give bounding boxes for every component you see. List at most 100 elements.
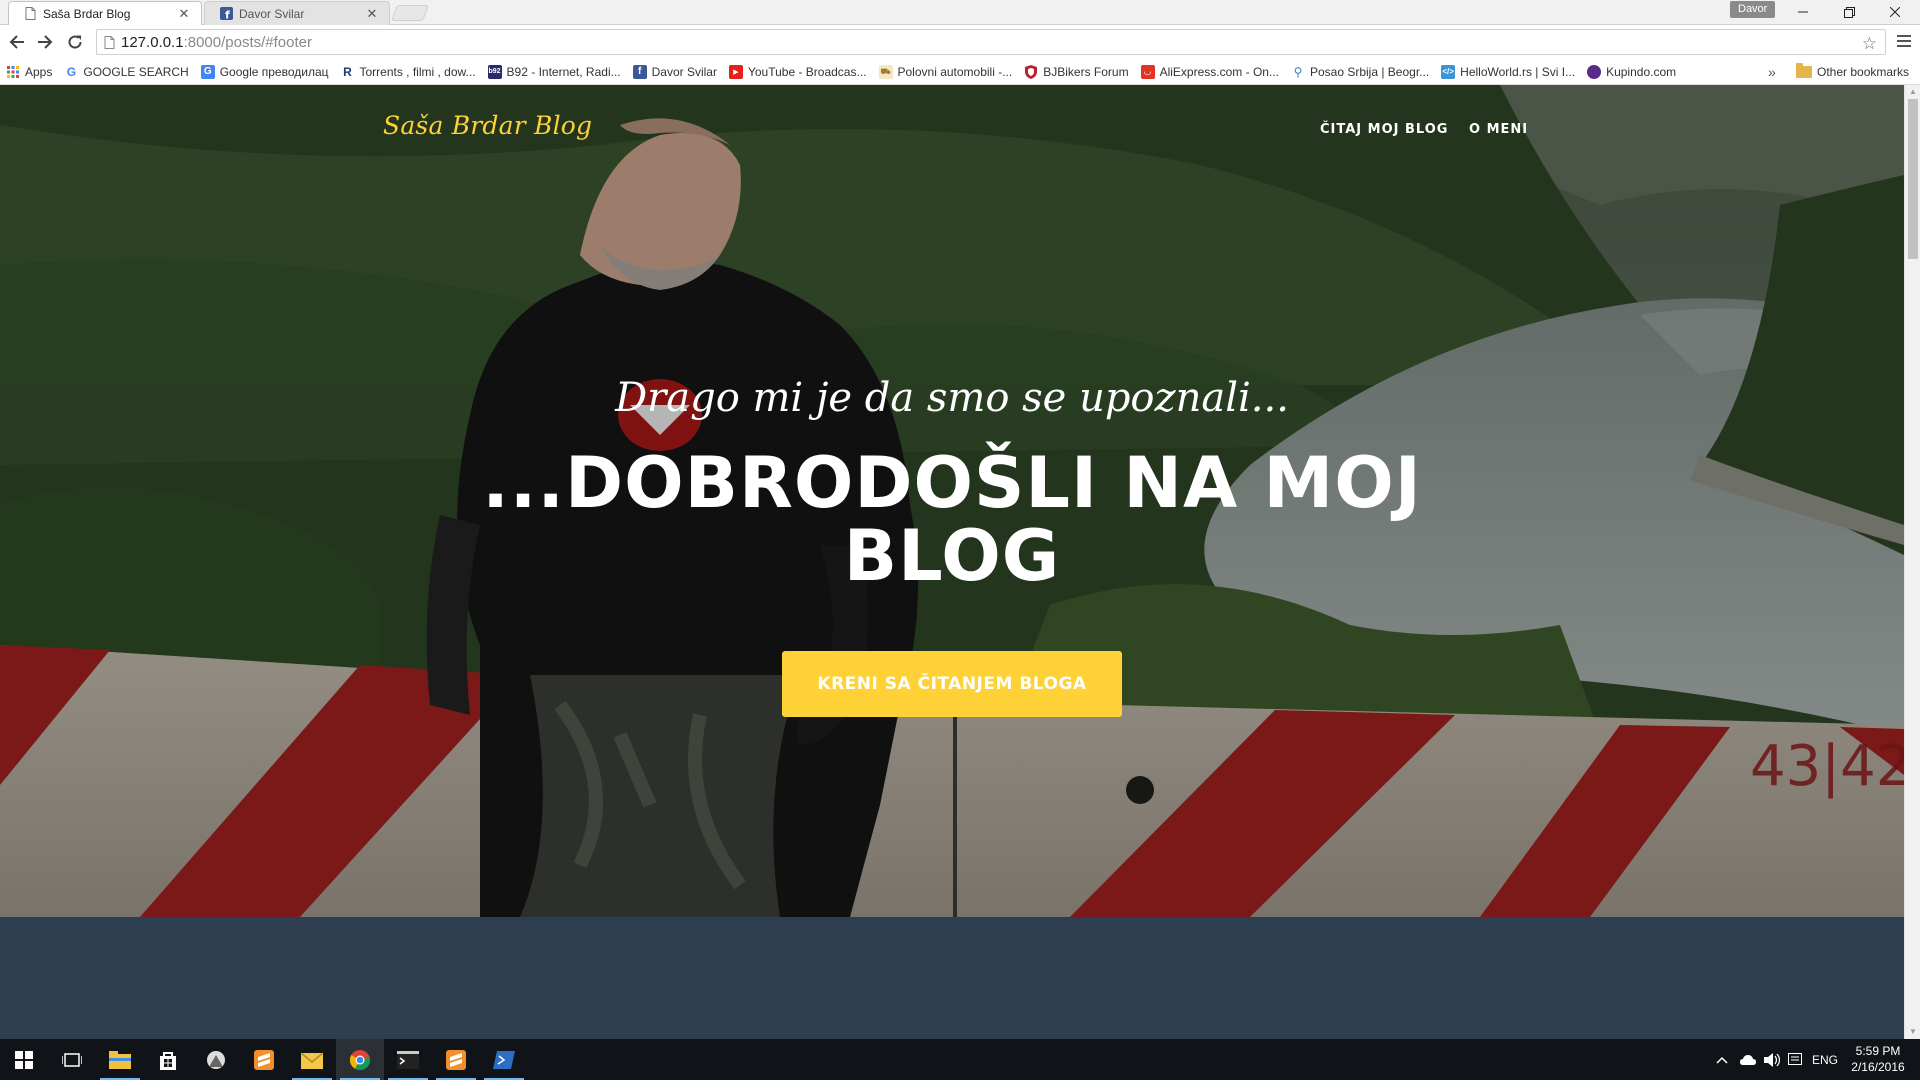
new-tab-button[interactable] — [391, 5, 429, 21]
bookmark-davor-svilar[interactable]: f Davor Svilar — [627, 61, 723, 83]
apps-grid-icon — [6, 65, 20, 79]
tab-title: Davor Svilar — [239, 6, 305, 21]
site-brand-logo[interactable]: Saša Brdar Blog — [383, 111, 592, 140]
start-reading-button[interactable]: KRENI SA ČITANJEM BLOGA — [782, 651, 1122, 717]
back-arrow-icon[interactable] — [4, 29, 30, 55]
bookmark-google-translate[interactable]: G Google преводилац — [195, 61, 335, 83]
url-host: 127.0.0.1 — [121, 33, 184, 51]
url-path: :8000/posts/#footer — [183, 33, 312, 51]
youtube-icon: ▶ — [728, 64, 743, 79]
google-translate-icon: G — [200, 64, 215, 79]
scroll-thumb[interactable] — [1908, 99, 1918, 259]
hero-heading: ...DOBRODOŠLI NA MOJ BLOG — [482, 442, 1422, 597]
profile-badge[interactable]: Davor — [1730, 1, 1776, 18]
b92-icon: b92 — [487, 64, 502, 79]
bookmark-label: BJBikers Forum — [1043, 64, 1129, 79]
bookmark-kupindo[interactable]: Kupindo.com — [1581, 61, 1682, 83]
address-bar[interactable]: 127.0.0.1:8000/posts/#footer ☆ — [96, 29, 1886, 55]
chrome-menu-icon[interactable] — [1893, 29, 1915, 53]
car-icon: ⛟ — [878, 64, 893, 79]
page-icon — [23, 7, 37, 21]
bookmark-google-search[interactable]: G GOOGLE SEARCH — [58, 61, 194, 83]
clock-time: 5:59 PM — [1855, 1044, 1901, 1058]
page-viewport: 43|42 Saša Brdar Blog ČITAJ MOJ BLOG O M… — [0, 85, 1904, 1039]
bookmark-label: Posao Srbija | Beogr... — [1309, 64, 1430, 79]
volume-icon[interactable] — [1764, 1039, 1780, 1080]
bookmark-label: Davor Svilar — [651, 64, 717, 79]
bookmark-label: AliExpress.com - On... — [1159, 64, 1279, 79]
helloworld-icon: </> — [1441, 64, 1456, 79]
start-icon[interactable] — [0, 1039, 48, 1080]
tab-davor-svilar[interactable]: f Davor Svilar ✕ — [204, 1, 390, 25]
windows-taskbar: ENG 5:59 PM 2/16/2016 — [0, 1039, 1920, 1080]
clock-date: 2/16/2016 — [1851, 1060, 1905, 1074]
bookmark-label: HelloWorld.rs | Svi I... — [1460, 64, 1576, 79]
close-icon[interactable]: ✕ — [177, 6, 191, 22]
bookmark-label: B92 - Internet, Radi... — [506, 64, 621, 79]
more-bookmarks-chevron-icon[interactable]: » — [1768, 59, 1776, 85]
file-explorer-icon[interactable] — [96, 1039, 144, 1080]
bookmark-youtube[interactable]: ▶ YouTube - Broadcas... — [723, 61, 873, 83]
dark-section — [0, 917, 1904, 1039]
bookmark-helloworld[interactable]: </> HelloWorld.rs | Svi I... — [1435, 61, 1581, 83]
bookmark-label: Apps — [25, 64, 53, 79]
browser-toolbar: 127.0.0.1:8000/posts/#footer ☆ — [0, 25, 1920, 59]
close-icon[interactable]: ✕ — [365, 6, 379, 22]
powershell-icon[interactable] — [480, 1039, 528, 1080]
store-icon[interactable] — [144, 1039, 192, 1080]
facebook-icon: f — [219, 7, 233, 21]
close-window-icon[interactable] — [1872, 0, 1918, 24]
other-bookmarks-label: Other bookmarks — [1817, 65, 1910, 79]
bookmark-label: YouTube - Broadcas... — [747, 64, 867, 79]
system-clock[interactable]: 5:59 PM 2/16/2016 — [1848, 1043, 1908, 1075]
tab-sasa-brdar-blog[interactable]: Saša Brdar Blog ✕ — [8, 1, 202, 25]
bookmark-polovni-automobili[interactable]: ⛟ Polovni automobili -... — [873, 61, 1019, 83]
bookmark-apps[interactable]: Apps — [0, 61, 58, 83]
minimize-icon[interactable] — [1780, 0, 1826, 24]
sublime-icon-2[interactable] — [432, 1039, 480, 1080]
page-scrollbar[interactable]: ▲ ▼ — [1904, 85, 1920, 1039]
bookmark-b92[interactable]: b92 B92 - Internet, Radi... — [482, 61, 627, 83]
svg-text:f: f — [225, 9, 230, 21]
scroll-up-arrow-icon[interactable]: ▲ — [1905, 85, 1920, 99]
nav-link-citaj-moj-blog[interactable]: ČITAJ MOJ BLOG — [1320, 122, 1448, 137]
shield-icon — [1024, 64, 1038, 79]
task-view-icon[interactable] — [48, 1039, 96, 1080]
bookmark-label: Kupindo.com — [1606, 64, 1677, 79]
other-bookmarks-folder[interactable]: Other bookmarks — [1796, 59, 1909, 85]
sublime-icon[interactable] — [240, 1039, 288, 1080]
hero-section: 43|42 Saša Brdar Blog ČITAJ MOJ BLOG O M… — [0, 85, 1904, 917]
bookmarks-bar: Apps G GOOGLE SEARCH G Google преводилац… — [0, 59, 1920, 85]
bookmark-star-icon[interactable]: ☆ — [1862, 34, 1877, 54]
job-icon: ⚲ — [1293, 64, 1303, 79]
tab-title: Saša Brdar Blog — [43, 6, 131, 21]
facebook-icon: f — [632, 64, 647, 79]
terminal-icon[interactable] — [384, 1039, 432, 1080]
app-icon[interactable] — [192, 1039, 240, 1080]
language-indicator[interactable]: ENG — [1812, 1039, 1838, 1080]
forward-arrow-icon[interactable] — [32, 29, 58, 55]
action-center-icon[interactable] — [1788, 1039, 1802, 1080]
restore-icon[interactable] — [1826, 0, 1872, 24]
bookmark-label: Torrents , filmi , dow... — [359, 64, 476, 79]
bookmark-bjbikers[interactable]: BJBikers Forum — [1018, 61, 1134, 83]
google-icon: G — [64, 64, 79, 79]
kupindo-icon — [1587, 64, 1602, 79]
onedrive-icon[interactable] — [1740, 1039, 1756, 1080]
mail-icon[interactable] — [288, 1039, 336, 1080]
aliexpress-icon: ◡ — [1140, 64, 1155, 79]
page-icon — [97, 35, 121, 49]
browser-titlebar: Saša Brdar Blog ✕ f Davor Svilar ✕ Davor — [0, 0, 1920, 25]
show-hidden-icons-chevron-icon[interactable] — [1716, 1039, 1728, 1080]
reload-icon[interactable] — [62, 29, 88, 55]
bookmark-label: GOOGLE SEARCH — [83, 64, 189, 79]
torrent-icon: R — [340, 64, 355, 79]
bookmark-posao-srbija[interactable]: ⚲ Posao Srbija | Beogr... — [1285, 61, 1435, 83]
bookmark-torrents[interactable]: R Torrents , filmi , dow... — [335, 61, 482, 83]
bookmark-aliexpress[interactable]: ◡ AliExpress.com - On... — [1135, 61, 1285, 83]
hero-subheading: Drago mi je da smo se upoznali... — [615, 375, 1289, 421]
nav-link-o-meni[interactable]: O MENI — [1469, 122, 1528, 137]
chrome-icon[interactable] — [336, 1039, 384, 1080]
folder-icon — [1796, 63, 1812, 78]
scroll-down-arrow-icon[interactable]: ▼ — [1905, 1025, 1920, 1039]
